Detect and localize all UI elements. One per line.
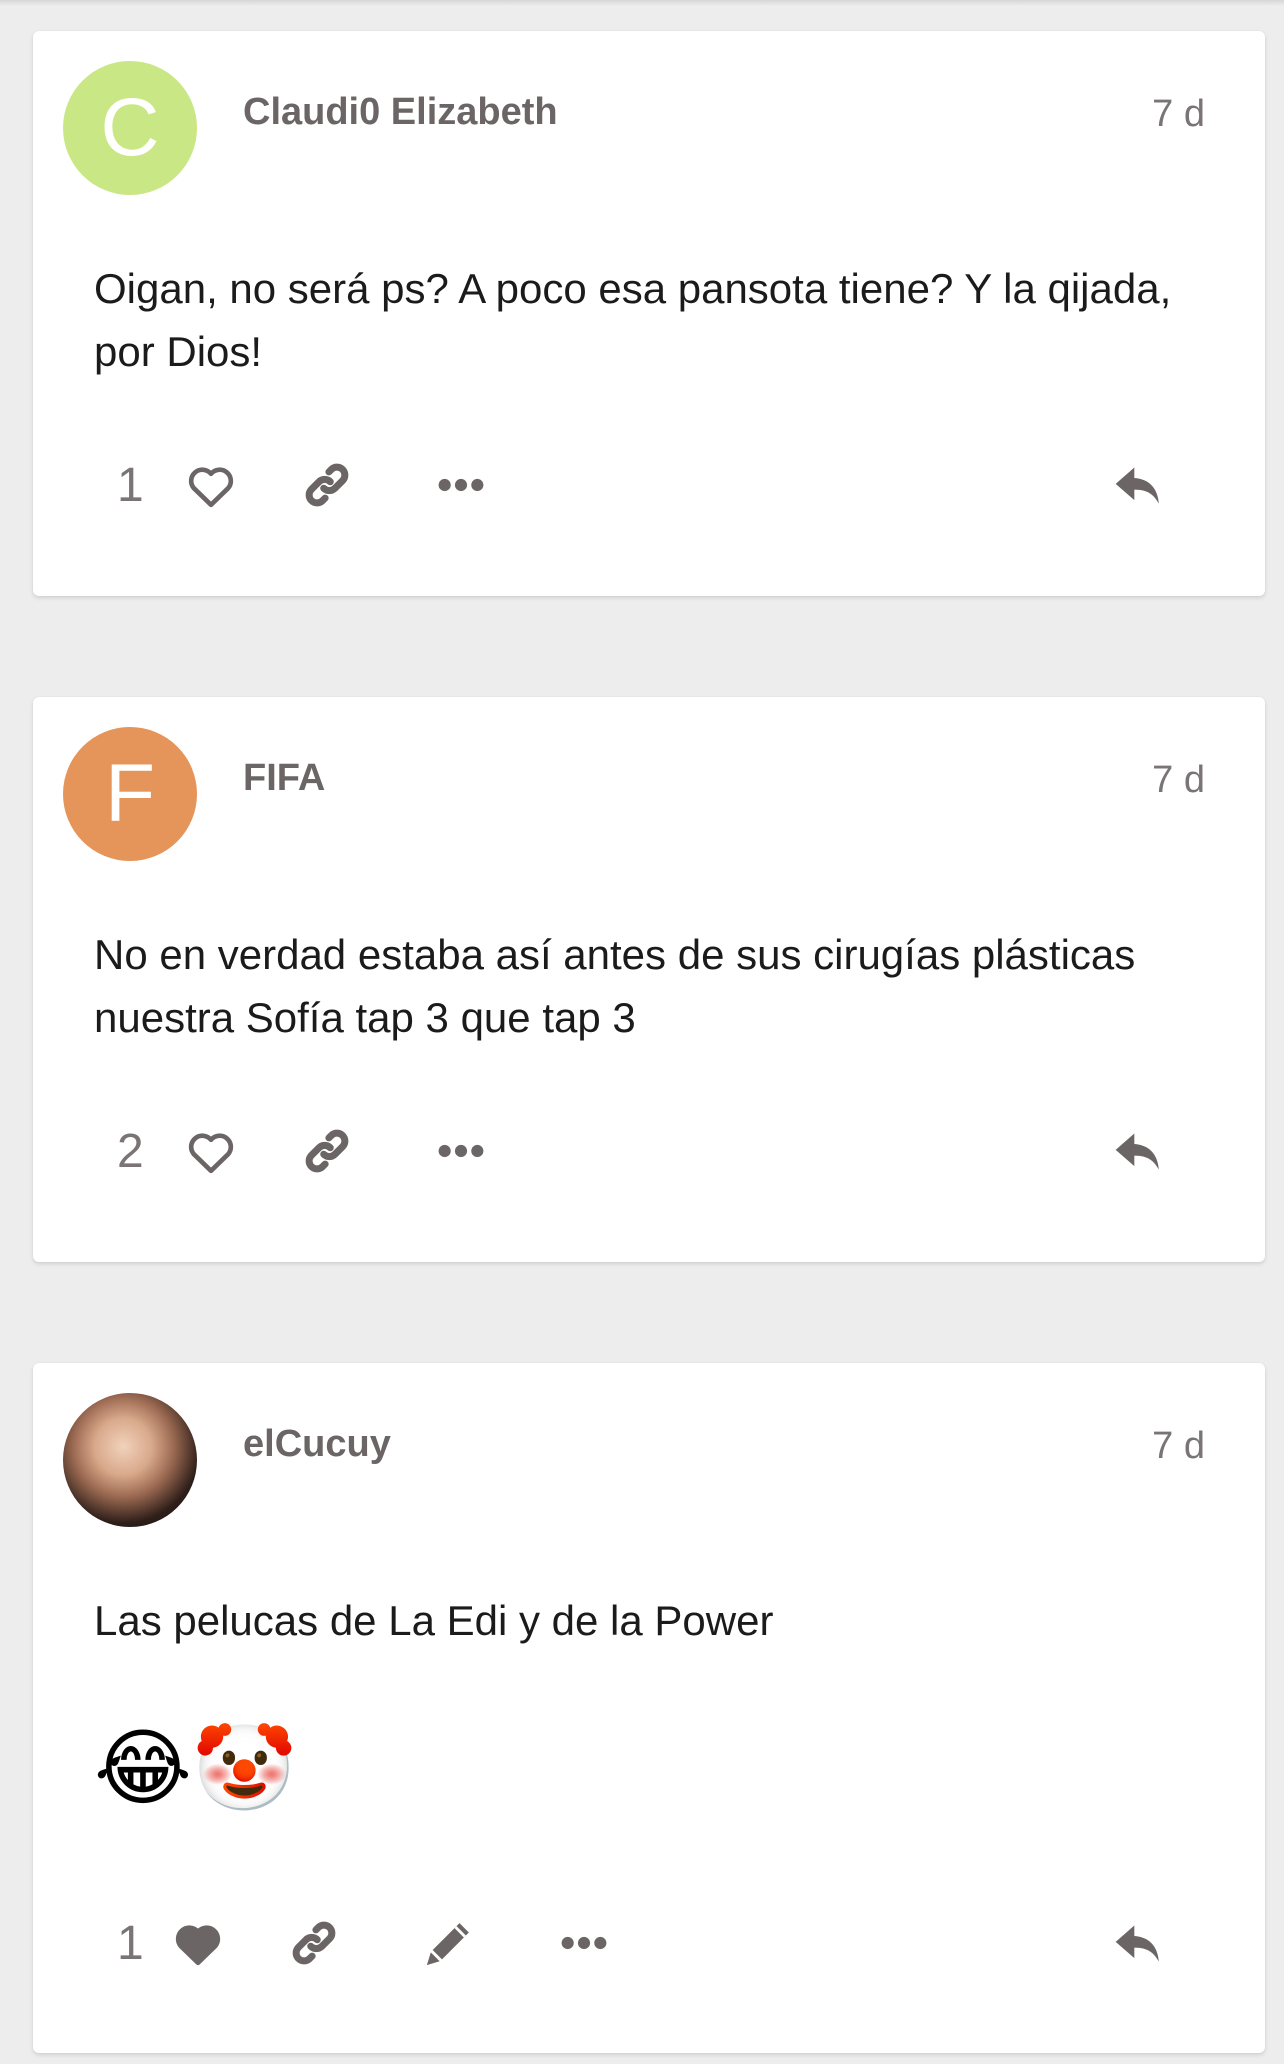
link-icon[interactable]: [299, 1123, 355, 1179]
username[interactable]: FIFA: [243, 755, 663, 801]
pencil-icon[interactable]: [421, 1915, 477, 1971]
more-icon[interactable]: [556, 1915, 612, 1971]
post-timestamp[interactable]: 7 d: [1152, 759, 1205, 802]
avatar[interactable]: [63, 1393, 197, 1527]
post-content: Las pelucas de La Edi y de la Power: [94, 1597, 774, 1644]
like-count[interactable]: 1: [117, 458, 144, 513]
reply-icon[interactable]: [1111, 1123, 1167, 1179]
post-timestamp[interactable]: 7 d: [1152, 1425, 1205, 1468]
like-count[interactable]: 2: [117, 1124, 144, 1179]
reply-icon[interactable]: [1111, 1915, 1167, 1971]
like-count[interactable]: 1: [117, 1916, 144, 1971]
link-icon[interactable]: [286, 1915, 342, 1971]
post-emojis: 😂🤡: [94, 1721, 297, 1815]
top-shadow: [0, 0, 1284, 6]
link-icon[interactable]: [299, 457, 355, 513]
more-icon[interactable]: [433, 457, 489, 513]
avatar[interactable]: F: [63, 727, 197, 861]
post-content: Oigan, no será ps? A poco esa pansota ti…: [94, 265, 1172, 375]
heart-outline-icon[interactable]: [183, 457, 239, 513]
reply-icon[interactable]: [1111, 457, 1167, 513]
post-content: No en verdad estaba así antes de sus cir…: [94, 931, 1136, 1041]
username[interactable]: Claudi0 Elizabeth: [243, 89, 663, 135]
more-icon[interactable]: [433, 1123, 489, 1179]
post-actions: 1: [33, 1902, 1265, 1982]
avatar[interactable]: C: [63, 61, 197, 195]
heart-filled-icon[interactable]: [170, 1915, 226, 1971]
post-elcucuy: elCucuy 7 d Las pelucas de La Edi y de l…: [33, 1363, 1265, 2053]
post-fifa: F FIFA 7 d No en verdad estaba así antes…: [33, 697, 1265, 1262]
post-actions: 1: [33, 444, 1265, 524]
post-claudio: C Claudi0 Elizabeth 7 d Oigan, no será p…: [33, 31, 1265, 596]
heart-outline-icon[interactable]: [183, 1123, 239, 1179]
post-actions: 2: [33, 1110, 1265, 1190]
post-timestamp[interactable]: 7 d: [1152, 93, 1205, 136]
username[interactable]: elCucuy: [243, 1421, 663, 1467]
